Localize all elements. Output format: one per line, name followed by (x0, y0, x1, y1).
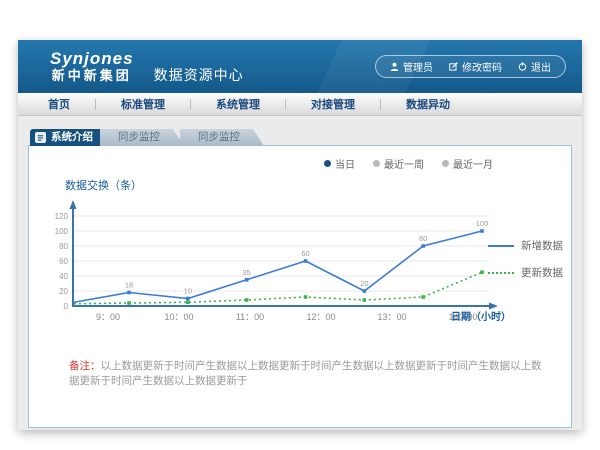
y-axis-arrow-icon (70, 200, 77, 209)
company-logo: Synjones 新中新集团 (50, 50, 134, 83)
x-tick-label: 11：00 (236, 312, 264, 322)
data-point (186, 297, 190, 301)
data-point (480, 270, 484, 274)
chart-panel: 当日 最近一周 最近一月 数据交换（条） 0 20 40 60 80 100 120 9：00… (28, 145, 572, 428)
filter-last-week-label: 最近一周 (384, 156, 424, 171)
footer-note: 备注：以上数据更新于时间产生数据以上数据更新于时间产生数据以上数据更新于时间产生… (69, 359, 549, 388)
x-tick-label: 9：00 (96, 312, 120, 322)
user-menu: 管理员 修改密码 退出 (375, 55, 566, 78)
y-tick-label: 60 (59, 257, 68, 266)
edit-icon (449, 62, 458, 71)
data-point-label: 18 (125, 281, 133, 290)
x-axis-title: 日期（小时） (451, 310, 511, 323)
x-axis-arrow-icon (489, 303, 498, 310)
series-legend: 新增数据 更新数据 (488, 238, 563, 292)
footer-note-label: 备注： (69, 360, 101, 372)
tab-bar: 系统介绍 同步监控 同步监控 (30, 129, 572, 146)
tab-system-intro-label: 系统介绍 (51, 129, 93, 146)
logo-text-en: Synjones (50, 50, 134, 69)
radio-dot-icon (324, 160, 331, 167)
data-point (186, 300, 190, 304)
data-point (245, 278, 249, 282)
data-point (363, 298, 367, 302)
nav-item-interface-mgmt[interactable]: 对接管理 (286, 96, 380, 112)
radio-dot-icon (373, 160, 380, 167)
filter-last-month-label: 最近一月 (453, 156, 493, 171)
nav-item-system-mgmt[interactable]: 系统管理 (191, 96, 285, 112)
user-menu-logout[interactable]: 退出 (518, 59, 551, 74)
user-menu-change-password-label: 修改密码 (462, 59, 502, 74)
data-point-label: 20 (360, 279, 368, 288)
y-tick-label: 80 (59, 242, 68, 251)
x-tick-label: 13：00 (377, 312, 406, 322)
radio-dot-icon (442, 160, 449, 167)
header: Synjones 新中新集团 数据资源中心 管理员 修改密码 退出 (18, 40, 582, 93)
filter-last-week[interactable]: 最近一周 (373, 156, 424, 171)
main-nav: 首页 标准管理 系统管理 对接管理 数据异动 (18, 93, 582, 116)
y-tick-label: 100 (55, 227, 69, 236)
user-menu-admin[interactable]: 管理员 (390, 59, 433, 74)
data-point (304, 295, 308, 299)
y-tick-label: 40 (59, 272, 68, 281)
nav-item-data-change[interactable]: 数据异动 (381, 96, 475, 112)
legend-item-update-data[interactable]: 更新数据 (488, 265, 563, 280)
nav-item-standard-mgmt[interactable]: 标准管理 (96, 96, 190, 112)
y-tick-label: 120 (55, 212, 69, 221)
data-point (127, 291, 131, 295)
app-window: Synjones 新中新集团 数据资源中心 管理员 修改密码 退出 首页 标准管… (18, 40, 582, 430)
logout-icon (518, 62, 527, 71)
filter-today[interactable]: 当日 (324, 156, 355, 171)
filter-today-label: 当日 (335, 156, 355, 171)
time-range-filters: 当日 最近一周 最近一月 (324, 156, 493, 171)
legend-item-new-data-label: 新增数据 (521, 238, 563, 253)
user-menu-admin-label: 管理员 (403, 59, 433, 74)
user-icon (390, 62, 399, 71)
tab-sync-monitor-1[interactable]: 同步监控 (100, 129, 184, 146)
data-point-label: 10 (184, 287, 192, 296)
x-tick-label: 10：00 (164, 312, 193, 322)
data-point (363, 289, 367, 293)
tab-system-intro[interactable]: 系统介绍 (30, 129, 109, 146)
data-point (421, 295, 425, 299)
dotted-line-icon (488, 272, 514, 274)
logo-text-cn: 新中新集团 (50, 69, 134, 83)
series-line (74, 272, 482, 304)
y-tick-label: 0 (64, 302, 69, 311)
filter-last-month[interactable]: 最近一月 (442, 156, 493, 171)
tab-sync-monitor-1-label: 同步监控 (118, 131, 160, 143)
legend-item-update-data-label: 更新数据 (521, 265, 563, 280)
user-menu-logout-label: 退出 (531, 59, 551, 74)
data-point-label: 35 (242, 268, 250, 277)
solid-line-icon (488, 245, 514, 247)
data-point (304, 259, 308, 263)
x-tick-label: 12：00 (306, 312, 335, 322)
tab-sync-monitor-2-label: 同步监控 (198, 131, 240, 143)
footer-note-text: 以上数据更新于时间产生数据以上数据更新于时间产生数据以上数据更新于时间产生数据以… (69, 360, 542, 387)
data-point-label: 100 (476, 219, 489, 228)
data-point (480, 229, 484, 233)
nav-item-home[interactable]: 首页 (18, 96, 95, 112)
document-icon (35, 132, 46, 143)
content-area: 系统介绍 同步监控 同步监控 当日 最近一周 (18, 116, 582, 428)
y-tick-label: 20 (59, 287, 68, 296)
page-title: 数据资源中心 (154, 65, 244, 85)
y-axis-title: 数据交换（条） (65, 177, 142, 193)
user-menu-change-password[interactable]: 修改密码 (449, 59, 502, 74)
tab-sync-monitor-2[interactable]: 同步监控 (180, 129, 264, 146)
data-point (127, 301, 131, 305)
data-point (421, 244, 425, 248)
legend-item-new-data[interactable]: 新增数据 (488, 238, 563, 253)
data-point-label: 60 (301, 249, 309, 258)
data-point (245, 298, 249, 302)
data-point-label: 80 (419, 234, 427, 243)
line-chart: 0 20 40 60 80 100 120 9：00 10：00 11：00 12：00 13：00 1… (43, 194, 513, 326)
